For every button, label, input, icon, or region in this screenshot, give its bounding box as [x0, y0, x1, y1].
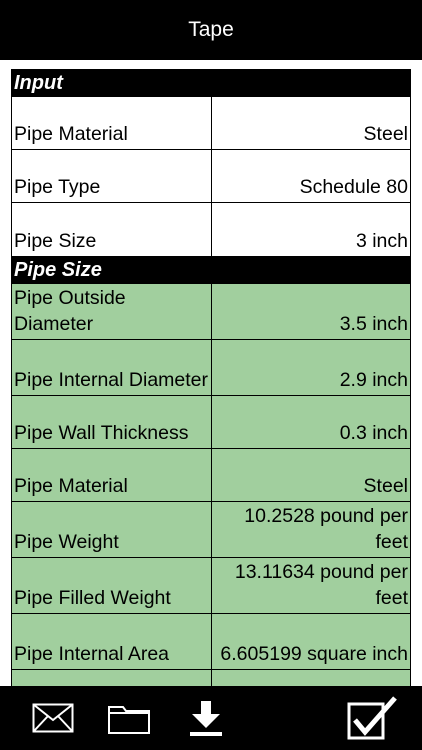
- row-label: [12, 670, 212, 686]
- row-value: 3.5 inch: [339, 313, 408, 335]
- row-value: Steel: [363, 475, 408, 497]
- row-value: 6.605199 square inch: [220, 643, 408, 665]
- row-label: Pipe Type: [12, 150, 212, 202]
- row-label: Pipe Outside Diameter: [12, 284, 212, 339]
- checkmark-icon: [347, 696, 397, 740]
- row-label: Pipe Material: [12, 449, 212, 501]
- results-scroll-area[interactable]: Input Pipe Material Steel Pipe Type Sche…: [0, 60, 422, 686]
- row-value: [212, 670, 410, 686]
- row-label: Pipe Internal Diameter: [12, 340, 212, 395]
- result-row-partial: [12, 670, 410, 686]
- row-value: 0.3 inch: [339, 422, 408, 444]
- open-file-button[interactable]: [102, 696, 156, 740]
- result-row-outside-diameter: Pipe Outside Diameter 3.5 inch: [12, 284, 410, 340]
- envelope-icon: [32, 703, 74, 733]
- row-value[interactable]: 3 inch: [212, 203, 410, 256]
- row-value: 13.11634 pound per feet: [234, 561, 408, 609]
- result-row-internal-area: Pipe Internal Area 6.605199 square inch: [12, 614, 410, 670]
- result-row-wall-thickness: Pipe Wall Thickness 0.3 inch: [12, 396, 410, 449]
- save-button[interactable]: [179, 696, 233, 740]
- row-label: Pipe Filled Weight: [12, 558, 212, 613]
- section-header-input: Input: [12, 69, 410, 97]
- email-button[interactable]: [26, 696, 80, 740]
- result-row-filled-weight: Pipe Filled Weight 13.11634 pound per fe…: [12, 558, 410, 614]
- done-button[interactable]: [344, 696, 402, 740]
- input-row-pipe-size[interactable]: Pipe Size 3 inch: [12, 203, 410, 256]
- row-value[interactable]: Schedule 80: [212, 150, 410, 202]
- row-value: 2.9 inch: [339, 369, 408, 391]
- result-row-pipe-material: Pipe Material Steel: [12, 449, 410, 502]
- row-label: Pipe Internal Area: [12, 614, 212, 669]
- row-value: 10.2528 pound per feet: [244, 505, 408, 553]
- page-title: Tape: [188, 18, 234, 41]
- input-row-pipe-material[interactable]: Pipe Material Steel: [12, 97, 410, 150]
- row-label: Pipe Weight: [12, 502, 212, 557]
- navigation-bar: Tape: [0, 0, 422, 60]
- row-label: Pipe Material: [12, 97, 212, 149]
- download-icon: [190, 701, 222, 736]
- input-row-pipe-type[interactable]: Pipe Type Schedule 80: [12, 150, 410, 203]
- row-label: Pipe Wall Thickness: [12, 396, 212, 448]
- section-header-pipe-size: Pipe Size: [12, 256, 410, 284]
- result-row-pipe-weight: Pipe Weight 10.2528 pound per feet: [12, 502, 410, 558]
- result-row-internal-diameter: Pipe Internal Diameter 2.9 inch: [12, 340, 410, 396]
- bottom-toolbar: [0, 686, 422, 750]
- row-label: Pipe Size: [12, 203, 212, 256]
- calculation-table: Input Pipe Material Steel Pipe Type Sche…: [11, 69, 411, 686]
- folder-icon: [108, 706, 150, 734]
- row-value[interactable]: Steel: [212, 97, 410, 149]
